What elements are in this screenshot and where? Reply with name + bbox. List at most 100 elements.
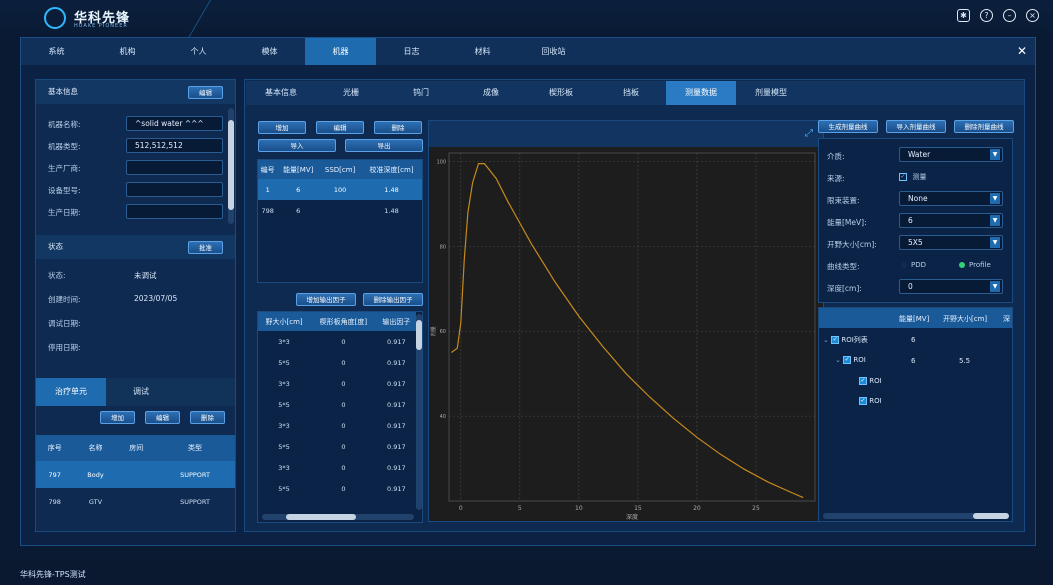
nav-item[interactable]: 机器 [305, 38, 376, 65]
generate-curve-button[interactable]: 生成剂量曲线 [818, 120, 878, 133]
machine-info-panel: 基本信息 编辑 机器名称: ^solid water ^^^ 机器类型: 512,… [35, 79, 236, 532]
tab-debug[interactable]: 调试 [106, 378, 176, 406]
meas-edit-button[interactable]: 编辑 [316, 121, 364, 134]
nav-item[interactable]: 日志 [376, 38, 447, 65]
settings-icon[interactable]: ✱ [957, 9, 970, 22]
detail-tab[interactable]: 剂量模型 [736, 81, 806, 105]
field-input[interactable]: 512,512,512 [126, 138, 223, 153]
field-input[interactable]: ^solid water ^^^ [126, 116, 223, 131]
y-tick-label: 40 [440, 414, 446, 420]
detail-tab[interactable]: 基本信息 [246, 81, 316, 105]
beam-device-select[interactable]: None ▼ [899, 191, 1003, 206]
y-tick-label: 80 [440, 244, 446, 250]
table-cell: 0.917 [387, 379, 406, 388]
profile-label: Profile [969, 261, 991, 269]
detail-tab[interactable]: 挡板 [596, 81, 666, 105]
chevron-down-icon: ⌄ [835, 356, 841, 364]
table-row[interactable]: 3*3 0 0.917 [258, 331, 416, 352]
import-button[interactable]: 导入 [258, 139, 336, 152]
approve-button[interactable]: 批准 [188, 241, 223, 254]
depth-select[interactable]: 0 ▼ [899, 279, 1003, 294]
field-size-value: 5X5 [908, 238, 923, 247]
table-row[interactable]: 1 6 100 1.48 [258, 179, 422, 200]
footer-title: 华科先锋-TPS测试 [20, 570, 86, 579]
status-title: 状态 [48, 242, 63, 251]
field-size-select[interactable]: 5X5 ▼ [899, 235, 1003, 250]
column-header[interactable]: 序号 [36, 435, 74, 461]
table-row[interactable]: 5*5 0 0.917 [258, 352, 416, 373]
expand-icon[interactable]: ⤢ [805, 128, 813, 139]
field-input[interactable] [126, 182, 223, 197]
medium-value: Water [908, 150, 931, 159]
table-row[interactable]: 798 6 1.48 [258, 200, 422, 221]
table-cell: 0.917 [387, 463, 406, 472]
table-row[interactable]: 3*3 0 0.917 [258, 415, 416, 436]
detail-tab[interactable]: 光栅 [316, 81, 386, 105]
close-window-icon[interactable]: × [1026, 9, 1039, 22]
unit-add-button[interactable]: 增加 [100, 411, 135, 424]
edit-button[interactable]: 编辑 [188, 86, 223, 99]
column-header[interactable]: 编号 [258, 160, 278, 179]
table-row[interactable]: 798 GTV SUPPORT [36, 488, 235, 515]
delete-curve-button[interactable]: 删除剂量曲线 [954, 120, 1014, 133]
table-row[interactable]: 5*5 0 0.917 [258, 478, 416, 499]
table-row[interactable]: 3*3 0 0.917 [258, 457, 416, 478]
nav-item[interactable]: 系统 [21, 38, 92, 65]
column-header[interactable]: 野大小[cm] [258, 312, 311, 331]
roi-hscrollbar[interactable] [823, 513, 1009, 519]
unit-edit-button[interactable]: 编辑 [145, 411, 180, 424]
nav-item[interactable]: 机构 [92, 38, 163, 65]
nav-item[interactable]: 回收站 [518, 38, 589, 65]
factor-scrollbar[interactable] [416, 314, 422, 510]
table-row[interactable]: 3*3 0 0.917 [258, 373, 416, 394]
beam-device-value: None [908, 194, 928, 203]
table-row[interactable]: 5*5 0 0.917 [258, 436, 416, 457]
field-input[interactable] [126, 160, 223, 175]
detail-tab[interactable]: 成像 [456, 81, 526, 105]
nav-item[interactable]: 模体 [234, 38, 305, 65]
table-cell: 0.917 [387, 337, 406, 346]
unit-delete-button[interactable]: 删除 [190, 411, 225, 424]
tree-row-roi[interactable]: ⌄ ✓ ROI [835, 356, 866, 364]
column-header[interactable]: 楔形板角度[度] [310, 312, 377, 331]
energy-select[interactable]: 6 ▼ [899, 213, 1003, 228]
column-header[interactable]: 输出因子 [376, 312, 416, 331]
field-input[interactable] [126, 204, 223, 219]
column-header[interactable]: 名称 [73, 435, 118, 461]
tree-row-roi-list[interactable]: ⌄ ✓ ROI列表 [823, 335, 868, 345]
info-scrollbar[interactable] [228, 108, 234, 224]
table-cell: 5*5 [278, 484, 290, 493]
meas-add-button[interactable]: 增加 [258, 121, 306, 134]
column-header[interactable]: 能量[MV] [277, 160, 320, 179]
factor-hscrollbar[interactable] [262, 514, 414, 520]
nav-item[interactable]: 个人 [163, 38, 234, 65]
meas-delete-button[interactable]: 删除 [374, 121, 422, 134]
table-cell: SUPPORT [180, 497, 210, 506]
detail-tab[interactable]: 钨门 [386, 81, 456, 105]
delete-output-factor-button[interactable]: 删除输出因子 [363, 293, 423, 306]
tab-treatment-unit[interactable]: 治疗单元 [36, 378, 106, 406]
add-output-factor-button[interactable]: 增加输出因子 [296, 293, 356, 306]
import-curve-button[interactable]: 导入剂量曲线 [886, 120, 946, 133]
x-tick-label: 0 [459, 505, 463, 512]
tree-row-roi-child[interactable]: ✓ ROI [859, 377, 882, 385]
table-row[interactable]: 5*5 0 0.917 [258, 394, 416, 415]
tree-row-roi-child[interactable]: ✓ ROI [859, 397, 882, 405]
export-button[interactable]: 导出 [345, 139, 423, 152]
column-header[interactable]: 房间 [117, 435, 155, 461]
help-icon[interactable]: ? [980, 9, 993, 22]
medium-select[interactable]: Water ▼ [899, 147, 1003, 162]
curve-type-pdd[interactable]: PDD [901, 261, 926, 269]
detail-tab[interactable]: 楔形板 [526, 81, 596, 105]
close-icon[interactable]: ✕ [1017, 44, 1027, 58]
nav-item[interactable]: 材料 [447, 38, 518, 65]
column-header[interactable]: 类型 [154, 435, 235, 461]
curve-type-profile[interactable]: Profile [959, 261, 991, 269]
measurement-table: 编号 能量[MV] SSD[cm] 校准深度[cm] 1 6 100 1.48 798 6 1.4… [258, 160, 422, 221]
minimize-icon[interactable]: – [1003, 9, 1016, 22]
column-header[interactable]: SSD[cm] [319, 160, 362, 179]
column-header[interactable]: 校准深度[cm] [361, 160, 422, 179]
table-row[interactable]: 797 Body SUPPORT [36, 461, 235, 488]
detail-tab[interactable]: 测量数据 [666, 81, 736, 105]
source-checkbox[interactable]: ✓ 测量 [899, 172, 927, 182]
